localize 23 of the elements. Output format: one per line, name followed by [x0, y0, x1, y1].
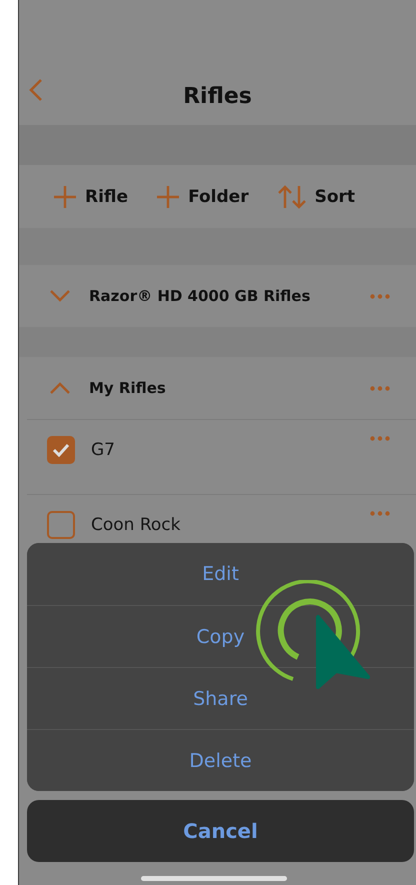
- more-icon[interactable]: [370, 386, 390, 390]
- chevron-down-icon[interactable]: [49, 289, 71, 303]
- plus-icon: [156, 184, 180, 208]
- folder-name: My Rifles: [89, 379, 167, 397]
- more-icon[interactable]: [370, 511, 390, 516]
- more-icon[interactable]: [370, 436, 390, 441]
- checkbox[interactable]: [47, 511, 75, 539]
- cancel-button[interactable]: Cancel: [27, 800, 414, 862]
- rifle-name: Coon Rock: [91, 515, 182, 535]
- screen-title: Rifles: [183, 84, 252, 109]
- toolbar-button[interactable]: Folder: [156, 184, 249, 208]
- checkmark-icon: [52, 443, 70, 457]
- plus-icon: [53, 184, 77, 208]
- menu-option[interactable]: Delete: [27, 729, 414, 791]
- chevron-up-icon[interactable]: [49, 381, 71, 395]
- back-icon[interactable]: [29, 78, 43, 102]
- rifle-name: G7: [91, 440, 116, 460]
- sort-icon: [276, 184, 307, 208]
- more-icon[interactable]: [370, 294, 390, 298]
- folder-name: Razor® HD 4000 GB Rifles: [89, 287, 312, 305]
- checkbox[interactable]: [47, 436, 75, 464]
- toolbar-button[interactable]: Rifle: [53, 184, 128, 208]
- toolbar-button[interactable]: Sort: [276, 184, 356, 208]
